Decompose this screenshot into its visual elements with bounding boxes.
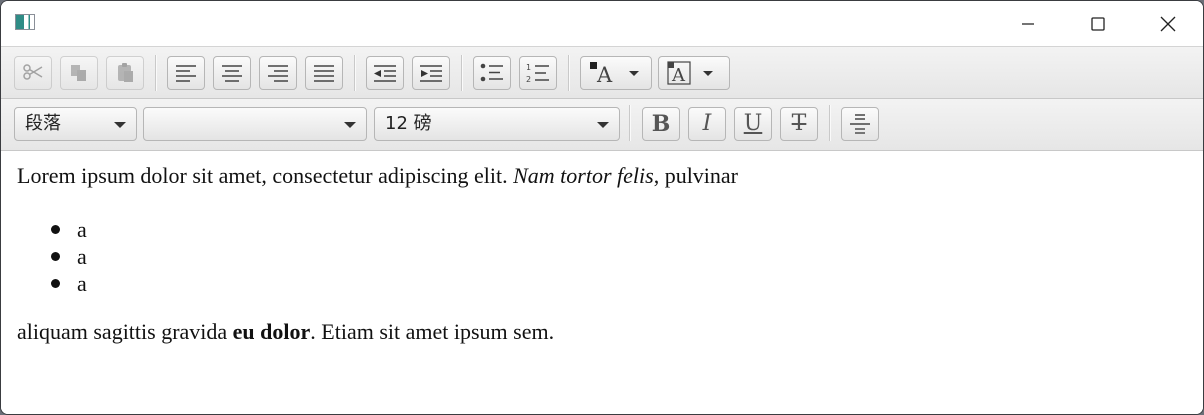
paste-icon <box>118 63 133 82</box>
editor-window: 1 2 A A 段落 12 磅 B I U T Lorem ipsum dolo… <box>0 0 1204 415</box>
toolbar-separator <box>461 55 463 91</box>
editor-content-area[interactable]: Lorem ipsum dolor sit amet, consectetur … <box>1 151 1203 414</box>
background-color-button[interactable]: A <box>658 56 730 90</box>
chevron-down-icon <box>597 122 609 128</box>
minimize-button[interactable] <box>993 1 1063 46</box>
copy-button[interactable] <box>60 56 98 90</box>
maximize-button[interactable] <box>1063 1 1133 46</box>
toolbar-separator <box>829 105 831 141</box>
font-size-select[interactable]: 12 磅 <box>374 107 620 141</box>
paragraph-1-italic: Nam tortor felis <box>513 163 654 188</box>
align-right-button[interactable] <box>259 56 297 90</box>
align-justify-icon <box>314 65 334 82</box>
align-left-icon <box>176 65 196 82</box>
close-icon <box>1160 16 1176 31</box>
cut-button[interactable] <box>14 56 52 90</box>
cut-icon <box>23 64 43 80</box>
bold-icon: B <box>651 111 671 137</box>
paragraph-2-bold: eu dolor <box>232 319 311 344</box>
paragraph-2-text-start: aliquam sagittis gravida <box>17 319 233 344</box>
svg-text:A: A <box>596 63 613 85</box>
maximize-icon <box>1091 16 1105 31</box>
bullet-list-icon <box>480 63 503 82</box>
list-item: a <box>49 270 87 297</box>
italic-button[interactable]: I <box>688 107 726 141</box>
svg-text:A: A <box>671 65 686 85</box>
paragraph-1-text-end: , pulvinar <box>653 163 739 188</box>
paragraph-style-value: 段落 <box>25 113 61 134</box>
toolbar-separator <box>629 105 631 141</box>
italic-icon: I <box>702 111 712 136</box>
close-button[interactable] <box>1133 1 1203 46</box>
copy-icon <box>71 65 86 81</box>
paragraph-style-select[interactable]: 段落 <box>14 107 137 141</box>
horizontal-rule-icon <box>850 114 870 134</box>
align-center-icon <box>222 65 242 82</box>
list-item: a <box>49 243 87 270</box>
strikethrough-button[interactable]: T <box>780 107 818 141</box>
bullet-list-button[interactable] <box>473 56 511 90</box>
paragraph-2-text-end: . Etiam sit amet ipsum sem. <box>310 319 555 344</box>
paragraph-2: aliquam sagittis gravida eu dolor. Etiam… <box>17 319 554 345</box>
text-color-button[interactable]: A <box>580 56 652 90</box>
toolbar-separator <box>568 55 570 91</box>
paragraph-1-text-start: Lorem ipsum dolor sit amet, consectetur … <box>17 163 514 188</box>
align-left-button[interactable] <box>167 56 205 90</box>
chevron-down-icon <box>344 122 356 128</box>
font-family-select[interactable] <box>143 107 367 141</box>
outdent-icon <box>374 65 396 82</box>
numbered-list-button[interactable]: 1 2 <box>519 56 557 90</box>
numbered-list-icon: 1 2 <box>526 63 549 84</box>
bold-button[interactable]: B <box>642 107 680 141</box>
align-justify-button[interactable] <box>305 56 343 90</box>
outdent-button[interactable] <box>366 56 404 90</box>
svg-text:1: 1 <box>526 63 531 72</box>
text-color-icon: A <box>590 62 639 85</box>
font-size-value: 12 磅 <box>385 113 432 134</box>
chevron-down-icon <box>114 122 126 128</box>
bullet-list: a a a <box>49 216 87 297</box>
background-color-icon: A <box>667 61 713 85</box>
strikethrough-icon: T <box>791 111 807 136</box>
edit-toolbar: 1 2 A A <box>1 46 1203 99</box>
horizontal-rule-button[interactable] <box>841 107 879 141</box>
indent-button[interactable] <box>412 56 450 90</box>
minimize-icon <box>1022 22 1034 25</box>
app-icon <box>15 14 35 30</box>
align-center-button[interactable] <box>213 56 251 90</box>
align-right-icon <box>268 65 288 82</box>
list-item: a <box>49 216 87 243</box>
paste-button[interactable] <box>106 56 144 90</box>
toolbar-separator <box>155 55 157 91</box>
svg-text:2: 2 <box>526 75 531 84</box>
paragraph-1: Lorem ipsum dolor sit amet, consectetur … <box>17 163 738 189</box>
toolbar-separator <box>354 55 356 91</box>
title-bar[interactable] <box>1 1 1203 46</box>
underline-icon: U <box>743 111 763 136</box>
underline-button[interactable]: U <box>734 107 772 141</box>
format-toolbar: 段落 12 磅 B I U T <box>1 99 1203 151</box>
indent-icon <box>420 65 442 82</box>
